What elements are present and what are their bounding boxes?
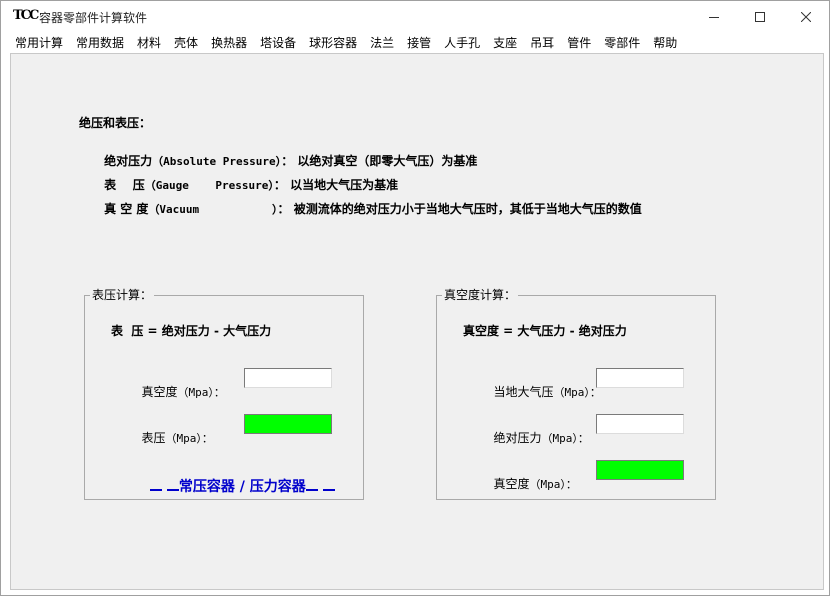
vessel-type-link[interactable]: 常压容器 / 压力容器: [111, 460, 335, 512]
menu-item-fittings[interactable]: 管件: [567, 34, 591, 51]
group-title: 表压计算：: [90, 288, 155, 302]
gauge-result-field[interactable]: [244, 414, 332, 434]
title-bar[interactable]: TCC 容器零部件计算软件: [1, 1, 829, 32]
absolute-pressure-input[interactable]: [596, 414, 684, 434]
menu-item-manhole[interactable]: 人手孔: [444, 34, 480, 51]
menu-item-spherical-vessel[interactable]: 球形容器: [309, 34, 357, 51]
menu-item-heat-exchanger[interactable]: 换热器: [211, 34, 247, 51]
minimize-button[interactable]: [691, 1, 737, 32]
menu-item-components[interactable]: 零部件: [604, 34, 640, 51]
info-line-vacuum: 真 空 度（Vacuum ）： 被测流体的绝对压力小于当地大气压时，其低于当地大…: [79, 186, 642, 231]
menu-item-help[interactable]: 帮助: [653, 34, 677, 51]
menu-item-common-calc[interactable]: 常用计算: [15, 34, 63, 51]
vacuum-degree-group: 真空度计算： 真空度 = 大气压力 - 绝对压力 当地大气压（Mpa）： 绝对压…: [436, 288, 716, 500]
menu-item-lifting-lug[interactable]: 吊耳: [530, 34, 554, 51]
app-window: TCC 容器零部件计算软件 常用计算 常用数据 材料 壳体 换热器 塔设备 球形…: [0, 0, 830, 596]
unit-label: （Mpa）：: [529, 478, 577, 491]
term-name: 真 空 度: [104, 202, 149, 216]
underline-decoration: [305, 489, 318, 491]
atmospheric-input-label: 当地大气压（Mpa）：: [463, 369, 601, 414]
menu-item-shell[interactable]: 壳体: [174, 34, 198, 51]
term-separator: ：: [277, 202, 290, 216]
minimize-icon: [709, 16, 719, 18]
field-label-text: 真空度: [141, 385, 178, 399]
unit-label: （Mpa）：: [541, 432, 589, 445]
menu-item-support[interactable]: 支座: [493, 34, 517, 51]
underline-decoration: [322, 489, 335, 491]
gauge-formula: 表 压 = 绝对压力 - 大气压力: [111, 324, 272, 338]
field-label-text: 当地大气压: [493, 385, 554, 399]
vacuum-input-label: 真空度（Mpa）：: [111, 369, 225, 414]
gauge-pressure-group: 表压计算： 表 压 = 绝对压力 - 大气压力 真空度（Mpa）： 表压（Mpa…: [84, 288, 364, 500]
info-heading: 绝压和表压：: [79, 116, 152, 130]
maximize-button[interactable]: [737, 1, 783, 32]
term-english: （Vacuum ）: [148, 203, 278, 216]
absolute-input-label: 绝对压力（Mpa）：: [463, 415, 589, 460]
app-logo-icon: TCC: [13, 8, 39, 23]
menu-item-common-data[interactable]: 常用数据: [76, 34, 124, 51]
client-area: 绝压和表压： 绝对压力（Absolute Pressure）： 以绝对真空（即零…: [10, 53, 824, 590]
unit-label: （Mpa）：: [165, 432, 213, 445]
unit-label: （Mpa）：: [553, 386, 601, 399]
menu-item-tower[interactable]: 塔设备: [260, 34, 296, 51]
group-title: 真空度计算：: [442, 288, 519, 302]
close-button[interactable]: [783, 1, 829, 32]
close-icon: [801, 11, 811, 22]
term-description: 被测流体的绝对压力小于当地大气压时，其低于当地大气压的数值: [293, 202, 642, 216]
vacuum-formula: 真空度 = 大气压力 - 绝对压力: [463, 324, 627, 338]
menu-bar: 常用计算 常用数据 材料 壳体 换热器 塔设备 球形容器 法兰 接管 人手孔 支…: [1, 32, 829, 52]
underline-decoration: [150, 489, 162, 491]
menu-item-material[interactable]: 材料: [137, 34, 161, 51]
gauge-result-label: 表压（Mpa）：: [111, 415, 213, 460]
field-label-text: 表压: [141, 431, 166, 445]
vacuum-result-label: 真空度（Mpa）：: [463, 461, 577, 506]
underline-decoration: [166, 489, 179, 491]
unit-label: （Mpa）：: [177, 386, 225, 399]
menu-item-nozzle[interactable]: 接管: [407, 34, 431, 51]
vacuum-input[interactable]: [244, 368, 332, 388]
vacuum-result-field[interactable]: [596, 460, 684, 480]
field-label-text: 绝对压力: [493, 431, 542, 445]
menu-item-flange[interactable]: 法兰: [370, 34, 394, 51]
field-label-text: 真空度: [493, 477, 530, 491]
link-text: 常压容器 / 压力容器: [178, 479, 306, 495]
window-title: 容器零部件计算软件: [39, 11, 148, 25]
atmospheric-pressure-input[interactable]: [596, 368, 684, 388]
maximize-icon: [755, 11, 765, 22]
